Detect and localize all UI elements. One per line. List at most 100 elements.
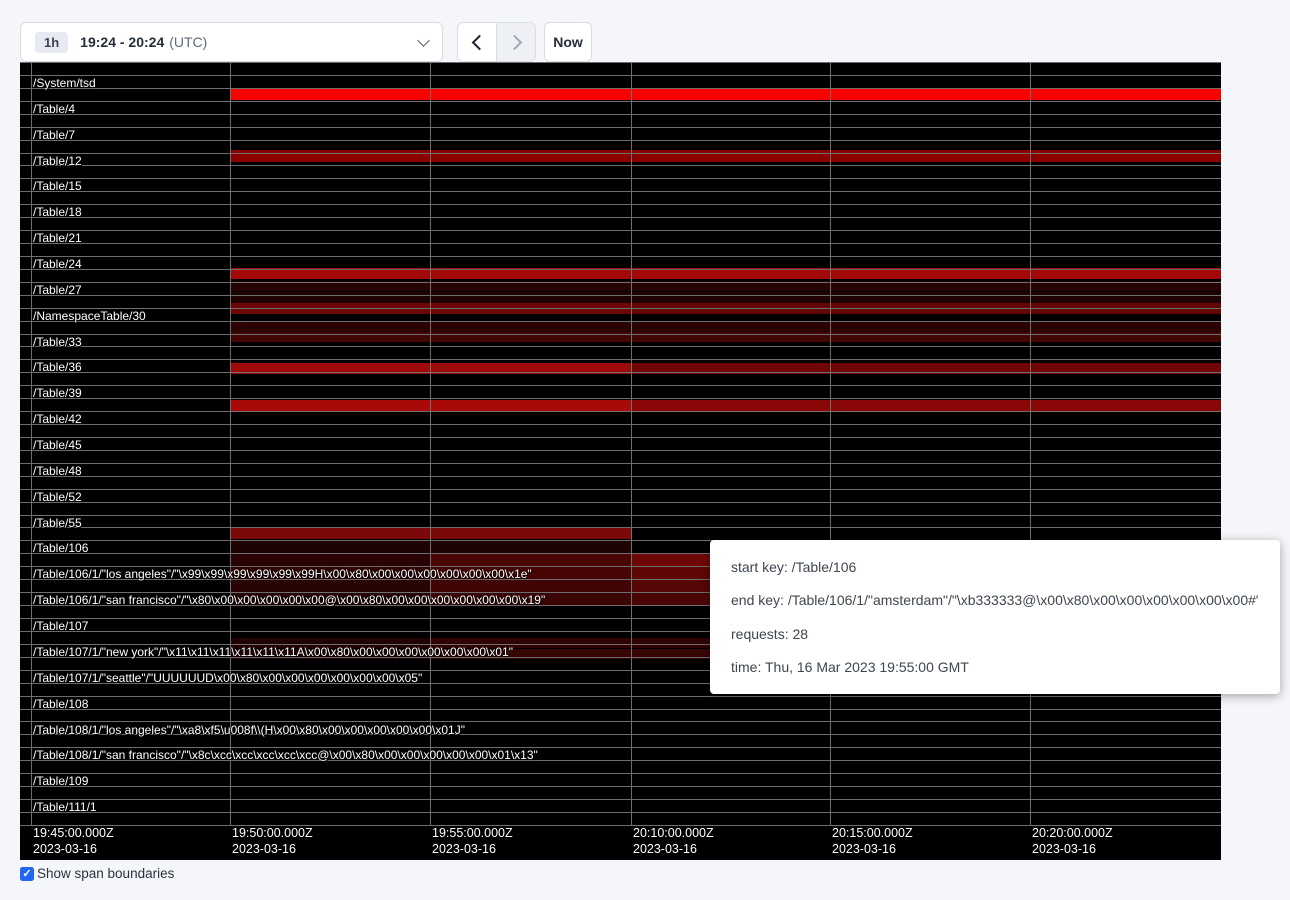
grid-line-horizontal bbox=[20, 489, 1221, 490]
x-axis-time: 20:10:00.000Z bbox=[633, 825, 714, 841]
x-axis-date: 2023-03-16 bbox=[432, 841, 513, 857]
heat-band bbox=[230, 553, 430, 566]
footer-controls: ✓ Show span boundaries bbox=[20, 866, 174, 881]
grid-line-horizontal bbox=[20, 295, 1221, 296]
heat-band bbox=[230, 322, 1221, 332]
time-prev-button[interactable] bbox=[458, 23, 496, 61]
grid-line-horizontal bbox=[20, 812, 1221, 813]
tooltip-requests: requests: 28 bbox=[731, 624, 1259, 644]
grid-line-horizontal bbox=[20, 385, 1221, 386]
grid-line-horizontal bbox=[20, 243, 1221, 244]
grid-line-horizontal bbox=[20, 346, 1221, 347]
row-label: /Table/27 bbox=[33, 283, 82, 297]
grid-line-vertical bbox=[830, 62, 831, 825]
heat-band bbox=[230, 88, 1221, 100]
grid-line-horizontal bbox=[20, 256, 1221, 257]
row-label: /Table/24 bbox=[33, 257, 82, 271]
grid-line-horizontal bbox=[20, 75, 1221, 76]
heat-band bbox=[230, 292, 1221, 303]
grid-line-horizontal bbox=[20, 191, 1221, 192]
x-axis-date: 2023-03-16 bbox=[832, 841, 913, 857]
tooltip-start-key: start key: /Table/106 bbox=[731, 557, 1259, 577]
grid-line-vertical bbox=[1030, 62, 1031, 825]
time-range-selector[interactable]: 1h 19:24 - 20:24 (UTC) bbox=[20, 22, 443, 62]
row-label: /Table/7 bbox=[33, 128, 75, 142]
time-next-button[interactable] bbox=[496, 23, 535, 61]
row-label: /Table/108 bbox=[33, 697, 88, 711]
tooltip-time: time: Thu, 16 Mar 2023 19:55:00 GMT bbox=[731, 657, 1259, 677]
heat-band bbox=[631, 400, 1221, 411]
grid-line-horizontal bbox=[20, 450, 1221, 451]
grid-line-horizontal bbox=[20, 282, 1221, 283]
row-label: /Table/15 bbox=[33, 179, 82, 193]
grid-line-horizontal bbox=[20, 398, 1221, 399]
x-axis-label: 20:20:00.000Z2023-03-16 bbox=[1032, 825, 1113, 857]
row-label: /Table/108/1/"los angeles"/"\xa8\xf5\u00… bbox=[33, 723, 465, 737]
x-axis-label: 19:45:00.000Z2023-03-16 bbox=[33, 825, 114, 857]
grid-line-horizontal bbox=[20, 527, 1221, 528]
key-visualizer-page: { "colors": { "page_bg": "#f5f6fa", "can… bbox=[0, 0, 1290, 900]
row-label: /Table/18 bbox=[33, 205, 82, 219]
grid-line-horizontal bbox=[20, 165, 1221, 166]
grid-line-horizontal bbox=[20, 101, 1221, 102]
grid-line-horizontal bbox=[20, 204, 1221, 205]
grid-line-horizontal bbox=[20, 334, 1221, 335]
row-label: /Table/52 bbox=[33, 490, 82, 504]
row-label: /Table/36 bbox=[33, 360, 82, 374]
row-label: /Table/107/1/"seattle"/"UUUUUUD\x00\x80\… bbox=[33, 671, 422, 685]
grid-line-horizontal bbox=[20, 269, 1221, 270]
grid-line-horizontal bbox=[20, 372, 1221, 373]
x-axis-date: 2023-03-16 bbox=[1032, 841, 1113, 857]
row-label: /Table/108/1/"san francisco"/"\x8c\xcc\x… bbox=[33, 748, 538, 762]
row-label: /Table/107/1/"new york"/"\x11\x11\x11\x1… bbox=[33, 645, 513, 659]
grid-line-horizontal bbox=[20, 709, 1221, 710]
grid-line-horizontal bbox=[20, 321, 1221, 322]
grid-line-horizontal bbox=[20, 515, 1221, 516]
tooltip-end-key: end key: /Table/106/1/"amsterdam"/"\xb33… bbox=[731, 590, 1259, 610]
row-label: /Table/109 bbox=[33, 774, 88, 788]
show-span-boundaries-checkbox[interactable]: ✓ bbox=[20, 867, 34, 881]
row-label: /Table/107 bbox=[33, 619, 88, 633]
grid-line-horizontal bbox=[20, 696, 1221, 697]
heat-band bbox=[230, 150, 1221, 163]
grid-line-horizontal bbox=[20, 359, 1221, 360]
x-axis-label: 19:55:00.000Z2023-03-16 bbox=[432, 825, 513, 857]
grid-line-horizontal bbox=[20, 140, 1221, 141]
grid-line-horizontal bbox=[20, 786, 1221, 787]
grid-line-horizontal bbox=[20, 217, 1221, 218]
time-range-value: 19:24 - 20:24 bbox=[80, 34, 164, 50]
x-axis-time: 19:55:00.000Z bbox=[432, 825, 513, 841]
row-label: /NamespaceTable/30 bbox=[33, 309, 146, 323]
x-axis-time: 20:20:00.000Z bbox=[1032, 825, 1113, 841]
chevron-down-icon bbox=[417, 34, 430, 47]
row-label: /Table/21 bbox=[33, 231, 82, 245]
grid-line-horizontal bbox=[20, 88, 1221, 89]
key-visualizer-canvas[interactable]: /System/tsd/Table/4/Table/7/Table/12/Tab… bbox=[20, 62, 1221, 860]
grid-line-vertical bbox=[31, 62, 32, 825]
grid-line-horizontal bbox=[20, 127, 1221, 128]
now-button[interactable]: Now bbox=[544, 22, 592, 62]
row-label: /Table/45 bbox=[33, 438, 82, 452]
time-range-duration-badge: 1h bbox=[35, 32, 68, 53]
grid-line-horizontal bbox=[20, 230, 1221, 231]
x-axis-date: 2023-03-16 bbox=[232, 841, 313, 857]
x-axis-date: 2023-03-16 bbox=[633, 841, 714, 857]
grid-line-horizontal bbox=[20, 62, 1221, 63]
row-label: /Table/106/1/"los angeles"/"\x99\x99\x99… bbox=[33, 567, 532, 581]
chevron-left-icon bbox=[471, 34, 487, 50]
x-axis-time: 20:15:00.000Z bbox=[832, 825, 913, 841]
row-label: /Table/111/1 bbox=[33, 800, 97, 814]
x-axis-label: 20:15:00.000Z2023-03-16 bbox=[832, 825, 913, 857]
grid-line-horizontal bbox=[20, 502, 1221, 503]
heat-band bbox=[430, 553, 631, 566]
grid-line-horizontal bbox=[20, 114, 1221, 115]
grid-line-horizontal bbox=[20, 773, 1221, 774]
row-label: /System/tsd bbox=[33, 76, 96, 90]
grid-line-vertical bbox=[430, 62, 431, 825]
grid-line-horizontal bbox=[20, 411, 1221, 412]
x-axis-label: 19:50:00.000Z2023-03-16 bbox=[232, 825, 313, 857]
time-nav-group bbox=[457, 22, 536, 62]
time-range-timezone: (UTC) bbox=[169, 34, 207, 50]
grid-line-horizontal bbox=[20, 463, 1221, 464]
grid-line-vertical bbox=[631, 62, 632, 825]
